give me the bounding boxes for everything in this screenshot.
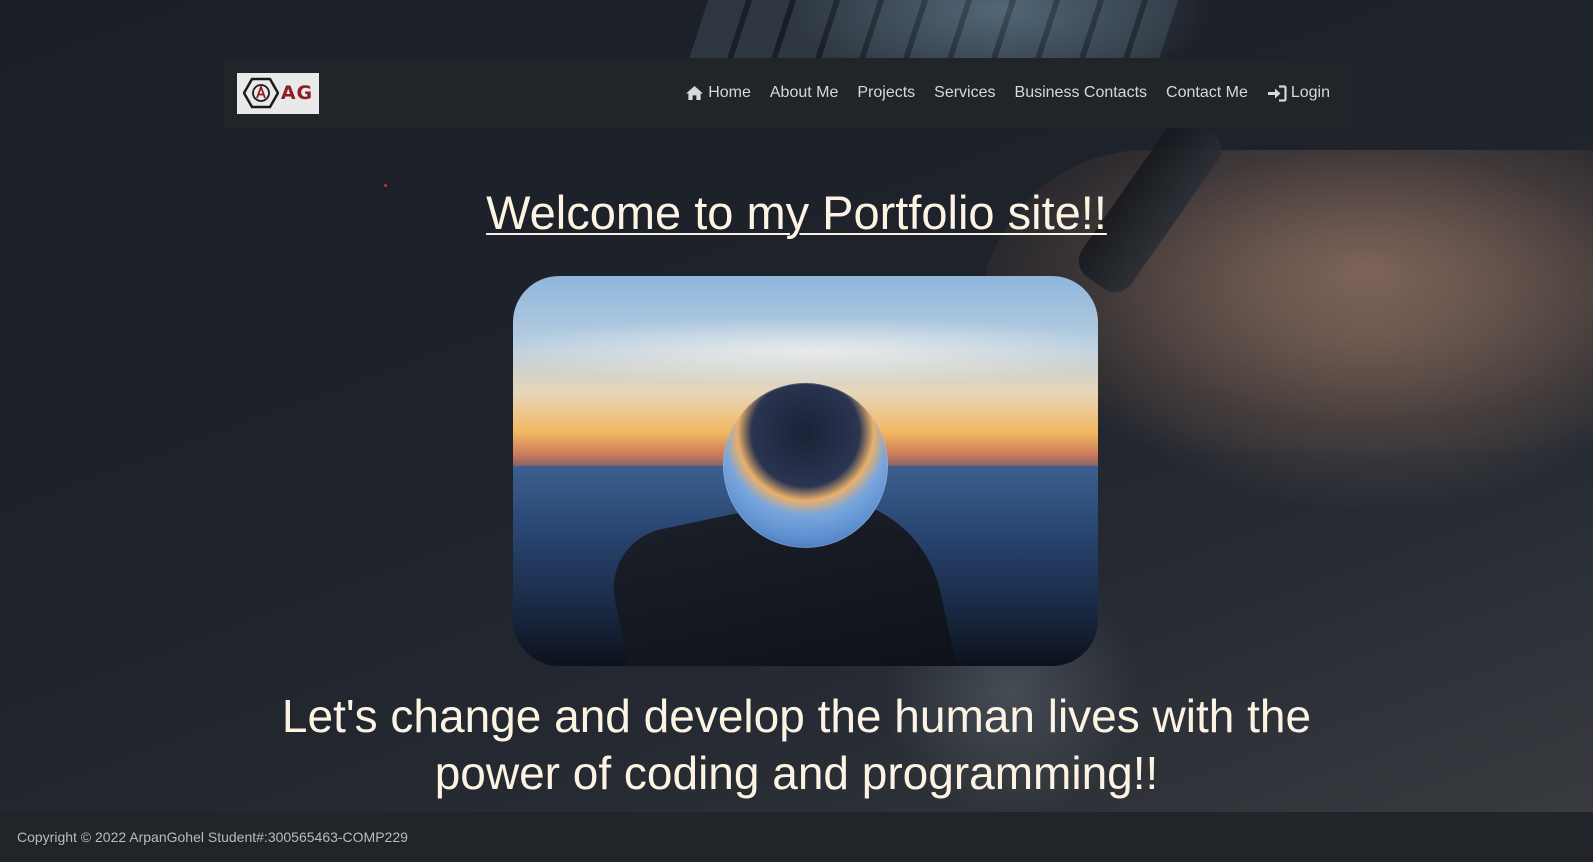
- hero-image-crystal-ball: [513, 276, 1098, 666]
- footer-copyright: Copyright © 2022 ArpanGohel Student#:300…: [17, 829, 408, 845]
- hero-title: Welcome to my Portfolio site!!: [486, 186, 1107, 239]
- nav-link-services[interactable]: Services: [925, 84, 1005, 102]
- hero-image-clouds: [513, 316, 1098, 386]
- nav-link-contact-label: Contact Me: [1166, 84, 1248, 101]
- home-icon: [686, 85, 704, 101]
- nav-link-home[interactable]: Home: [676, 84, 761, 102]
- nav-link-business-contacts-label: Business Contacts: [1014, 84, 1148, 101]
- login-icon: [1267, 84, 1287, 102]
- nav-link-projects[interactable]: Projects: [848, 84, 925, 102]
- hero-image-ball: [723, 383, 888, 548]
- nav-link-services-label: Services: [934, 84, 996, 101]
- navbar: AG Home About Me Projects Services Busin…: [224, 58, 1352, 128]
- nav-link-projects-label: Projects: [857, 84, 916, 101]
- nav-link-about[interactable]: About Me: [760, 84, 847, 102]
- nav-link-home-label: Home: [708, 84, 751, 101]
- nav-links: Home About Me Projects Services Business…: [676, 84, 1330, 102]
- nav-link-login-label: Login: [1290, 84, 1330, 101]
- nav-link-about-label: About Me: [769, 84, 839, 101]
- site-logo[interactable]: AG: [237, 72, 319, 114]
- nav-link-business-contacts[interactable]: Business Contacts: [1005, 84, 1157, 102]
- logo-text: AG: [280, 82, 314, 104]
- nav-link-login[interactable]: Login: [1257, 84, 1330, 102]
- footer: Copyright © 2022 ArpanGohel Student#:300…: [0, 812, 1593, 862]
- nav-link-contact[interactable]: Contact Me: [1157, 84, 1258, 102]
- logo-hexagon-icon: [242, 77, 279, 109]
- hero-tagline: Let's change and develop the human lives…: [281, 690, 1312, 799]
